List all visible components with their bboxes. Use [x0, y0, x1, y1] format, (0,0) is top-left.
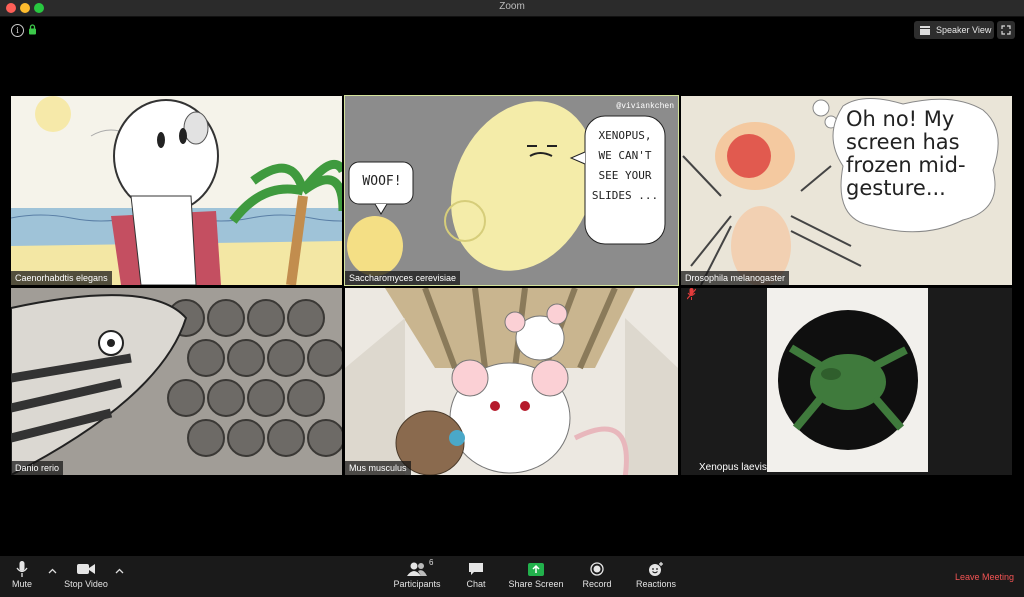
- chevron-up-icon: [48, 568, 57, 574]
- video-tile-c-elegans[interactable]: Caenorhabdtis elegans: [11, 96, 342, 285]
- woof-bubble-text: WOOF!: [362, 174, 402, 189]
- participant-name-label: Danio rerio: [11, 461, 64, 475]
- participants-count: 6: [429, 558, 434, 567]
- video-tile-s-cerevisiae[interactable]: @viviankchen WOOF! XENOPUS, WE CAN'T SEE…: [344, 95, 679, 286]
- leave-meeting-button[interactable]: Leave Meeting: [955, 572, 1014, 582]
- video-camera-icon: [77, 564, 95, 574]
- audio-options-caret[interactable]: [48, 566, 57, 576]
- participants-icon: [407, 562, 427, 576]
- speech-bubble-text: Oh no! My screen has frozen mid-gesture.…: [846, 107, 966, 200]
- participant-name-label: Saccharomyces cerevisiae: [345, 271, 461, 285]
- share-screen-button[interactable]: Share Screen: [508, 559, 564, 589]
- participant-name-label: Mus musculus: [345, 461, 411, 475]
- mute-label: Mute: [11, 579, 32, 589]
- speaker-view-label: Speaker View: [936, 25, 992, 35]
- chat-bubble-icon: [469, 563, 483, 575]
- video-tile-danio-rerio[interactable]: Danio rerio: [11, 288, 342, 475]
- watermark-text: @viviankchen: [616, 102, 674, 111]
- participants-label: Participants: [393, 579, 441, 589]
- video-options-caret[interactable]: [115, 566, 124, 576]
- mice-drawing: [345, 288, 678, 475]
- video-tile-mus-musculus[interactable]: Mus musculus: [345, 288, 678, 475]
- meeting-info-icon[interactable]: i: [11, 24, 24, 37]
- stop-video-button[interactable]: Stop Video: [62, 559, 110, 589]
- grid-view-icon: [920, 25, 930, 35]
- participants-button[interactable]: Participants: [392, 559, 442, 589]
- frog-drawing: [681, 288, 1012, 475]
- fullscreen-button[interactable]: [997, 21, 1015, 39]
- chat-label: Chat: [466, 579, 486, 589]
- c-elegans-drawing: [11, 96, 342, 285]
- reactions-button[interactable]: Reactions: [635, 559, 677, 589]
- window-title-bar: Zoom: [0, 0, 1024, 17]
- participant-name-label: Drosophila melanogaster: [681, 271, 790, 285]
- share-screen-label: Share Screen: [508, 579, 564, 589]
- speech-bubble-text: XENOPUS, WE CAN'T SEE YOUR SLIDES ...: [591, 129, 659, 202]
- chevron-up-icon: [115, 568, 124, 574]
- zebrafish-drawing: [11, 288, 342, 475]
- fullscreen-icon: [1001, 25, 1011, 35]
- window-title: Zoom: [499, 1, 525, 12]
- stop-video-label: Stop Video: [64, 579, 108, 589]
- video-tile-d-melanogaster[interactable]: Oh no! My screen has frozen mid-gesture.…: [681, 96, 1012, 285]
- meeting-toolbar: Mute Stop Video Participants 6 Chat Shar…: [0, 556, 1024, 597]
- record-icon: [590, 562, 604, 576]
- muted-mic-icon: [687, 288, 696, 300]
- share-screen-icon: [528, 562, 544, 576]
- lock-icon[interactable]: [28, 24, 37, 35]
- chat-button[interactable]: Chat: [463, 559, 489, 589]
- microphone-icon: [16, 561, 28, 577]
- speaker-view-button[interactable]: Speaker View: [914, 21, 994, 39]
- mute-button[interactable]: Mute: [8, 559, 36, 589]
- record-label: Record: [582, 579, 612, 589]
- smiley-plus-icon: [649, 561, 663, 576]
- record-button[interactable]: Record: [580, 559, 614, 589]
- video-tile-xenopus-laevis[interactable]: Xenopus laevis: [681, 288, 1012, 475]
- participant-name-label: Xenopus laevis: [699, 462, 767, 473]
- participant-name-label: Caenorhabdtis elegans: [11, 271, 112, 285]
- reactions-label: Reactions: [635, 579, 677, 589]
